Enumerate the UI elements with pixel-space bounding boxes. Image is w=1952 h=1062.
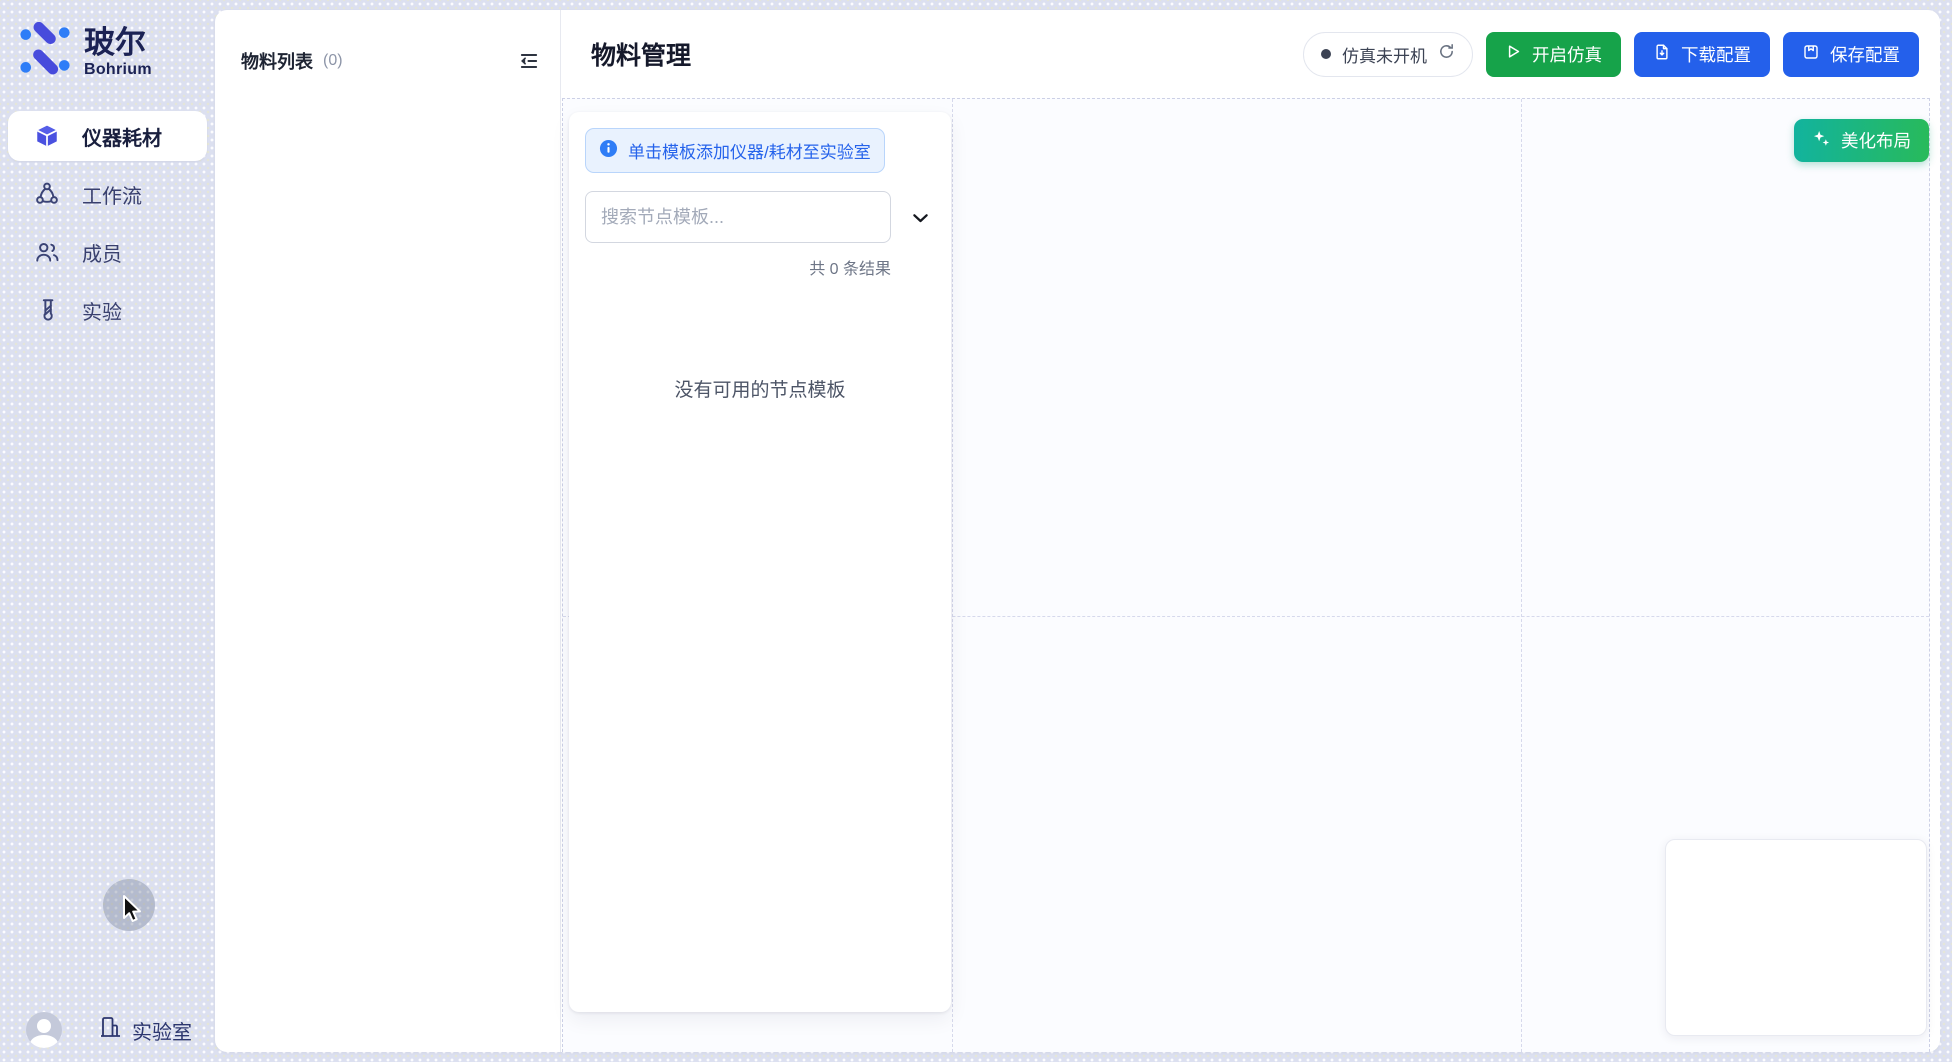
- beautify-layout-button[interactable]: 美化布局: [1794, 119, 1929, 162]
- brand-name: 玻尔: [84, 26, 152, 60]
- sidebar-item-workflow[interactable]: 工作流: [8, 169, 207, 219]
- sidebar-item-members[interactable]: 成员: [8, 227, 207, 277]
- minimap[interactable]: [1665, 839, 1927, 1036]
- download-config-label: 下载配置: [1681, 42, 1751, 67]
- collapse-panel-icon[interactable]: [518, 50, 540, 72]
- start-simulation-button[interactable]: 开启仿真: [1486, 32, 1621, 77]
- template-panel: 单击模板添加仪器/耗材至实验室 共 0 条结果 没有可用的节点模板: [569, 112, 951, 1012]
- material-list-title: 物料列表: [241, 48, 313, 74]
- brand-logo: 玻尔 Bohrium: [0, 0, 215, 83]
- user-avatar[interactable]: [26, 1012, 62, 1048]
- results-count: 共 0 条结果: [585, 255, 891, 279]
- sidebar-item-label: 实验: [82, 296, 122, 325]
- sidebar-nav: 仪器耗材 工作流 成员: [0, 111, 215, 335]
- sidebar: 玻尔 Bohrium 仪器耗材: [0, 0, 215, 1062]
- brand-subtitle: Bohrium: [84, 61, 152, 79]
- building-icon: [98, 1015, 122, 1045]
- bohrium-logo-icon: [18, 22, 72, 83]
- simulation-status-label: 仿真未开机: [1342, 42, 1427, 67]
- play-icon: [1505, 43, 1522, 65]
- beautify-layout-label: 美化布局: [1841, 128, 1911, 153]
- template-search-row: [585, 191, 935, 243]
- sidebar-item-instruments[interactable]: 仪器耗材: [8, 111, 207, 161]
- canvas-grid-line: [952, 99, 953, 1052]
- material-list-panel: 物料列表 (0): [215, 10, 561, 1052]
- sidebar-footer: 实验室: [0, 1012, 215, 1048]
- main-card: 物料列表 (0) 物料管理 仿真未开机: [215, 10, 1940, 1052]
- info-icon: [599, 139, 618, 163]
- save-config-label: 保存配置: [1830, 42, 1900, 67]
- empty-state-message: 没有可用的节点模板: [585, 375, 935, 402]
- template-search-input[interactable]: [585, 191, 891, 243]
- start-simulation-label: 开启仿真: [1532, 42, 1602, 67]
- save-config-button[interactable]: 保存配置: [1783, 32, 1919, 77]
- sidebar-item-label: 成员: [82, 238, 122, 267]
- sidebar-item-label: 工作流: [82, 180, 142, 209]
- canvas-grid-line: [1521, 99, 1522, 1052]
- file-download-icon: [1653, 43, 1671, 66]
- experiment-icon: [34, 297, 60, 323]
- flow-canvas[interactable]: 单击模板添加仪器/耗材至实验室 共 0 条结果 没有可用的节点模板: [562, 98, 1930, 1052]
- refresh-icon[interactable]: [1438, 43, 1455, 65]
- save-icon: [1802, 43, 1820, 66]
- download-config-button[interactable]: 下载配置: [1634, 32, 1770, 77]
- page-title: 物料管理: [591, 36, 691, 72]
- app-root: { "brand": { "name": "玻尔", "subtitle": "…: [0, 0, 1952, 1062]
- material-list-count: (0): [323, 52, 343, 70]
- workflow-icon: [34, 181, 60, 207]
- lab-label: 实验室: [132, 1016, 192, 1045]
- topbar: 物料管理 仿真未开机 开启仿真: [561, 10, 1940, 98]
- sparkles-icon: [1812, 129, 1831, 153]
- simulation-status-pill[interactable]: 仿真未开机: [1303, 32, 1473, 77]
- lab-switcher[interactable]: 实验室: [98, 1015, 192, 1045]
- members-icon: [34, 239, 60, 265]
- hint-banner: 单击模板添加仪器/耗材至实验室: [585, 128, 885, 173]
- main-column: 物料管理 仿真未开机 开启仿真: [561, 10, 1940, 1052]
- chevron-down-icon[interactable]: [910, 207, 931, 228]
- sidebar-item-experiments[interactable]: 实验: [8, 285, 207, 335]
- hint-banner-text: 单击模板添加仪器/耗材至实验室: [628, 138, 871, 163]
- cube-icon: [34, 123, 60, 149]
- status-dot-icon: [1321, 49, 1331, 59]
- sidebar-item-label: 仪器耗材: [82, 122, 162, 151]
